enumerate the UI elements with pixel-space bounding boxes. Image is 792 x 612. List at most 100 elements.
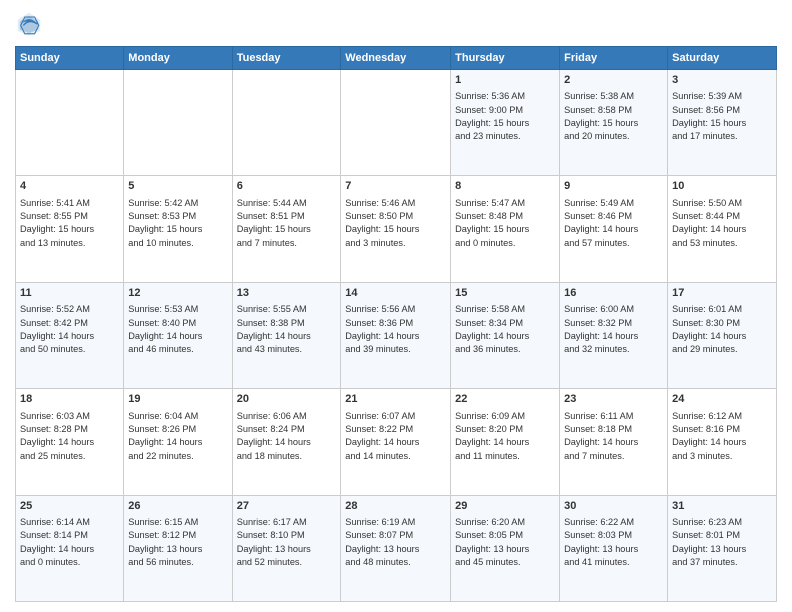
day-number: 30: [564, 499, 663, 514]
day-info: Sunrise: 5:39 AM Sunset: 8:56 PM Dayligh…: [672, 90, 772, 143]
day-info: Sunrise: 5:42 AM Sunset: 8:53 PM Dayligh…: [128, 197, 227, 250]
calendar-cell: 23 Sunrise: 6:11 AM Sunset: 8:18 PM Dayli…: [560, 389, 668, 495]
day-number: 28: [345, 499, 446, 514]
calendar-cell: 19 Sunrise: 6:04 AM Sunset: 8:26 PM Dayli…: [124, 389, 232, 495]
logo-icon: [15, 10, 43, 38]
day-number: 29: [455, 499, 555, 514]
day-number: 6: [237, 179, 337, 194]
day-number: 19: [128, 392, 227, 407]
day-number: 24: [672, 392, 772, 407]
calendar-cell: 8 Sunrise: 5:47 AM Sunset: 8:48 PM Daylig…: [451, 176, 560, 282]
calendar-cell: 13Sunrise: 5:55 AM Sunset: 8:38 PM Dayli…: [232, 282, 341, 388]
day-number: 15: [455, 286, 555, 301]
calendar-cell: 21Sunrise: 6:07 AM Sunset: 8:22 PM Dayli…: [341, 389, 451, 495]
day-info: Sunrise: 6:22 AM Sunset: 8:03 PM Dayligh…: [564, 516, 663, 569]
calendar-cell: 5 Sunrise: 5:42 AM Sunset: 8:53 PM Daylig…: [124, 176, 232, 282]
day-info: Sunrise: 6:01 AM Sunset: 8:30 PM Dayligh…: [672, 303, 772, 356]
day-number: 3: [672, 73, 772, 88]
calendar-cell: 6 Sunrise: 5:44 AM Sunset: 8:51 PM Daylig…: [232, 176, 341, 282]
day-number: 16: [564, 286, 663, 301]
calendar-cell: 25Sunrise: 6:14 AM Sunset: 8:14 PM Dayli…: [16, 495, 124, 601]
calendar-cell: 20 Sunrise: 6:06 AM Sunset: 8:24 PM Dayli…: [232, 389, 341, 495]
day-number: 27: [237, 499, 337, 514]
day-info: Sunrise: 5:56 AM Sunset: 8:36 PM Dayligh…: [345, 303, 446, 356]
col-sunday: Sunday: [16, 47, 124, 70]
day-info: Sunrise: 5:44 AM Sunset: 8:51 PM Dayligh…: [237, 197, 337, 250]
day-info: Sunrise: 6:07 AM Sunset: 8:22 PM Dayligh…: [345, 410, 446, 463]
calendar-cell: 3 Sunrise: 5:39 AM Sunset: 8:56 PM Daylig…: [668, 70, 777, 176]
calendar-cell: 31 Sunrise: 6:23 AM Sunset: 8:01 PM Dayli…: [668, 495, 777, 601]
day-info: Sunrise: 6:04 AM Sunset: 8:26 PM Dayligh…: [128, 410, 227, 463]
day-number: 17: [672, 286, 772, 301]
day-info: Sunrise: 5:52 AM Sunset: 8:42 PM Dayligh…: [20, 303, 119, 356]
calendar-cell: 15Sunrise: 5:58 AM Sunset: 8:34 PM Dayli…: [451, 282, 560, 388]
calendar-cell: 18 Sunrise: 6:03 AM Sunset: 8:28 PM Dayli…: [16, 389, 124, 495]
col-friday: Friday: [560, 47, 668, 70]
day-number: 5: [128, 179, 227, 194]
day-number: 18: [20, 392, 119, 407]
day-number: 31: [672, 499, 772, 514]
calendar-cell: 10 Sunrise: 5:50 AM Sunset: 8:44 PM Dayli…: [668, 176, 777, 282]
day-number: 8: [455, 179, 555, 194]
logo: [15, 10, 47, 38]
calendar-body: 1Sunrise: 5:36 AM Sunset: 9:00 PM Daylig…: [16, 70, 777, 602]
page: Sunday Monday Tuesday Wednesday Thursday…: [0, 0, 792, 612]
day-info: Sunrise: 6:14 AM Sunset: 8:14 PM Dayligh…: [20, 516, 119, 569]
day-number: 7: [345, 179, 446, 194]
calendar-cell: 11 Sunrise: 5:52 AM Sunset: 8:42 PM Dayli…: [16, 282, 124, 388]
calendar-cell: 17 Sunrise: 6:01 AM Sunset: 8:30 PM Dayli…: [668, 282, 777, 388]
day-info: Sunrise: 6:11 AM Sunset: 8:18 PM Dayligh…: [564, 410, 663, 463]
day-info: Sunrise: 5:36 AM Sunset: 9:00 PM Dayligh…: [455, 90, 555, 143]
day-info: Sunrise: 5:49 AM Sunset: 8:46 PM Dayligh…: [564, 197, 663, 250]
calendar-week-3: 11 Sunrise: 5:52 AM Sunset: 8:42 PM Dayli…: [16, 282, 777, 388]
col-wednesday: Wednesday: [341, 47, 451, 70]
day-info: Sunrise: 6:15 AM Sunset: 8:12 PM Dayligh…: [128, 516, 227, 569]
calendar-cell: 4 Sunrise: 5:41 AM Sunset: 8:55 PM Daylig…: [16, 176, 124, 282]
calendar-week-2: 4 Sunrise: 5:41 AM Sunset: 8:55 PM Daylig…: [16, 176, 777, 282]
col-monday: Monday: [124, 47, 232, 70]
calendar-cell: 24 Sunrise: 6:12 AM Sunset: 8:16 PM Dayli…: [668, 389, 777, 495]
calendar-cell: 22Sunrise: 6:09 AM Sunset: 8:20 PM Dayli…: [451, 389, 560, 495]
day-info: Sunrise: 5:38 AM Sunset: 8:58 PM Dayligh…: [564, 90, 663, 143]
header: [15, 10, 777, 38]
day-info: Sunrise: 6:06 AM Sunset: 8:24 PM Dayligh…: [237, 410, 337, 463]
calendar-cell: 2 Sunrise: 5:38 AM Sunset: 8:58 PM Daylig…: [560, 70, 668, 176]
day-number: 23: [564, 392, 663, 407]
day-info: Sunrise: 6:20 AM Sunset: 8:05 PM Dayligh…: [455, 516, 555, 569]
day-info: Sunrise: 6:03 AM Sunset: 8:28 PM Dayligh…: [20, 410, 119, 463]
day-number: 9: [564, 179, 663, 194]
day-number: 11: [20, 286, 119, 301]
calendar-cell: 14 Sunrise: 5:56 AM Sunset: 8:36 PM Dayli…: [341, 282, 451, 388]
calendar-cell: 30 Sunrise: 6:22 AM Sunset: 8:03 PM Dayli…: [560, 495, 668, 601]
day-number: 4: [20, 179, 119, 194]
day-info: Sunrise: 5:50 AM Sunset: 8:44 PM Dayligh…: [672, 197, 772, 250]
day-number: 2: [564, 73, 663, 88]
day-number: 14: [345, 286, 446, 301]
calendar-cell: 28Sunrise: 6:19 AM Sunset: 8:07 PM Dayli…: [341, 495, 451, 601]
day-info: Sunrise: 5:47 AM Sunset: 8:48 PM Dayligh…: [455, 197, 555, 250]
calendar-cell: [341, 70, 451, 176]
day-number: 12: [128, 286, 227, 301]
calendar-cell: 12 Sunrise: 5:53 AM Sunset: 8:40 PM Dayli…: [124, 282, 232, 388]
calendar-cell: 7 Sunrise: 5:46 AM Sunset: 8:50 PM Daylig…: [341, 176, 451, 282]
day-number: 10: [672, 179, 772, 194]
day-info: Sunrise: 5:41 AM Sunset: 8:55 PM Dayligh…: [20, 197, 119, 250]
calendar-cell: 9 Sunrise: 5:49 AM Sunset: 8:46 PM Daylig…: [560, 176, 668, 282]
day-number: 13: [237, 286, 337, 301]
calendar-week-1: 1Sunrise: 5:36 AM Sunset: 9:00 PM Daylig…: [16, 70, 777, 176]
day-info: Sunrise: 6:12 AM Sunset: 8:16 PM Dayligh…: [672, 410, 772, 463]
day-info: Sunrise: 6:09 AM Sunset: 8:20 PM Dayligh…: [455, 410, 555, 463]
col-tuesday: Tuesday: [232, 47, 341, 70]
day-number: 20: [237, 392, 337, 407]
day-info: Sunrise: 5:53 AM Sunset: 8:40 PM Dayligh…: [128, 303, 227, 356]
calendar-cell: 27Sunrise: 6:17 AM Sunset: 8:10 PM Dayli…: [232, 495, 341, 601]
day-number: 26: [128, 499, 227, 514]
col-saturday: Saturday: [668, 47, 777, 70]
calendar-cell: 16Sunrise: 6:00 AM Sunset: 8:32 PM Dayli…: [560, 282, 668, 388]
calendar-cell: 29 Sunrise: 6:20 AM Sunset: 8:05 PM Dayli…: [451, 495, 560, 601]
calendar-cell: [16, 70, 124, 176]
calendar-cell: 26 Sunrise: 6:15 AM Sunset: 8:12 PM Dayli…: [124, 495, 232, 601]
calendar-week-5: 25Sunrise: 6:14 AM Sunset: 8:14 PM Dayli…: [16, 495, 777, 601]
day-info: Sunrise: 6:23 AM Sunset: 8:01 PM Dayligh…: [672, 516, 772, 569]
day-info: Sunrise: 5:46 AM Sunset: 8:50 PM Dayligh…: [345, 197, 446, 250]
